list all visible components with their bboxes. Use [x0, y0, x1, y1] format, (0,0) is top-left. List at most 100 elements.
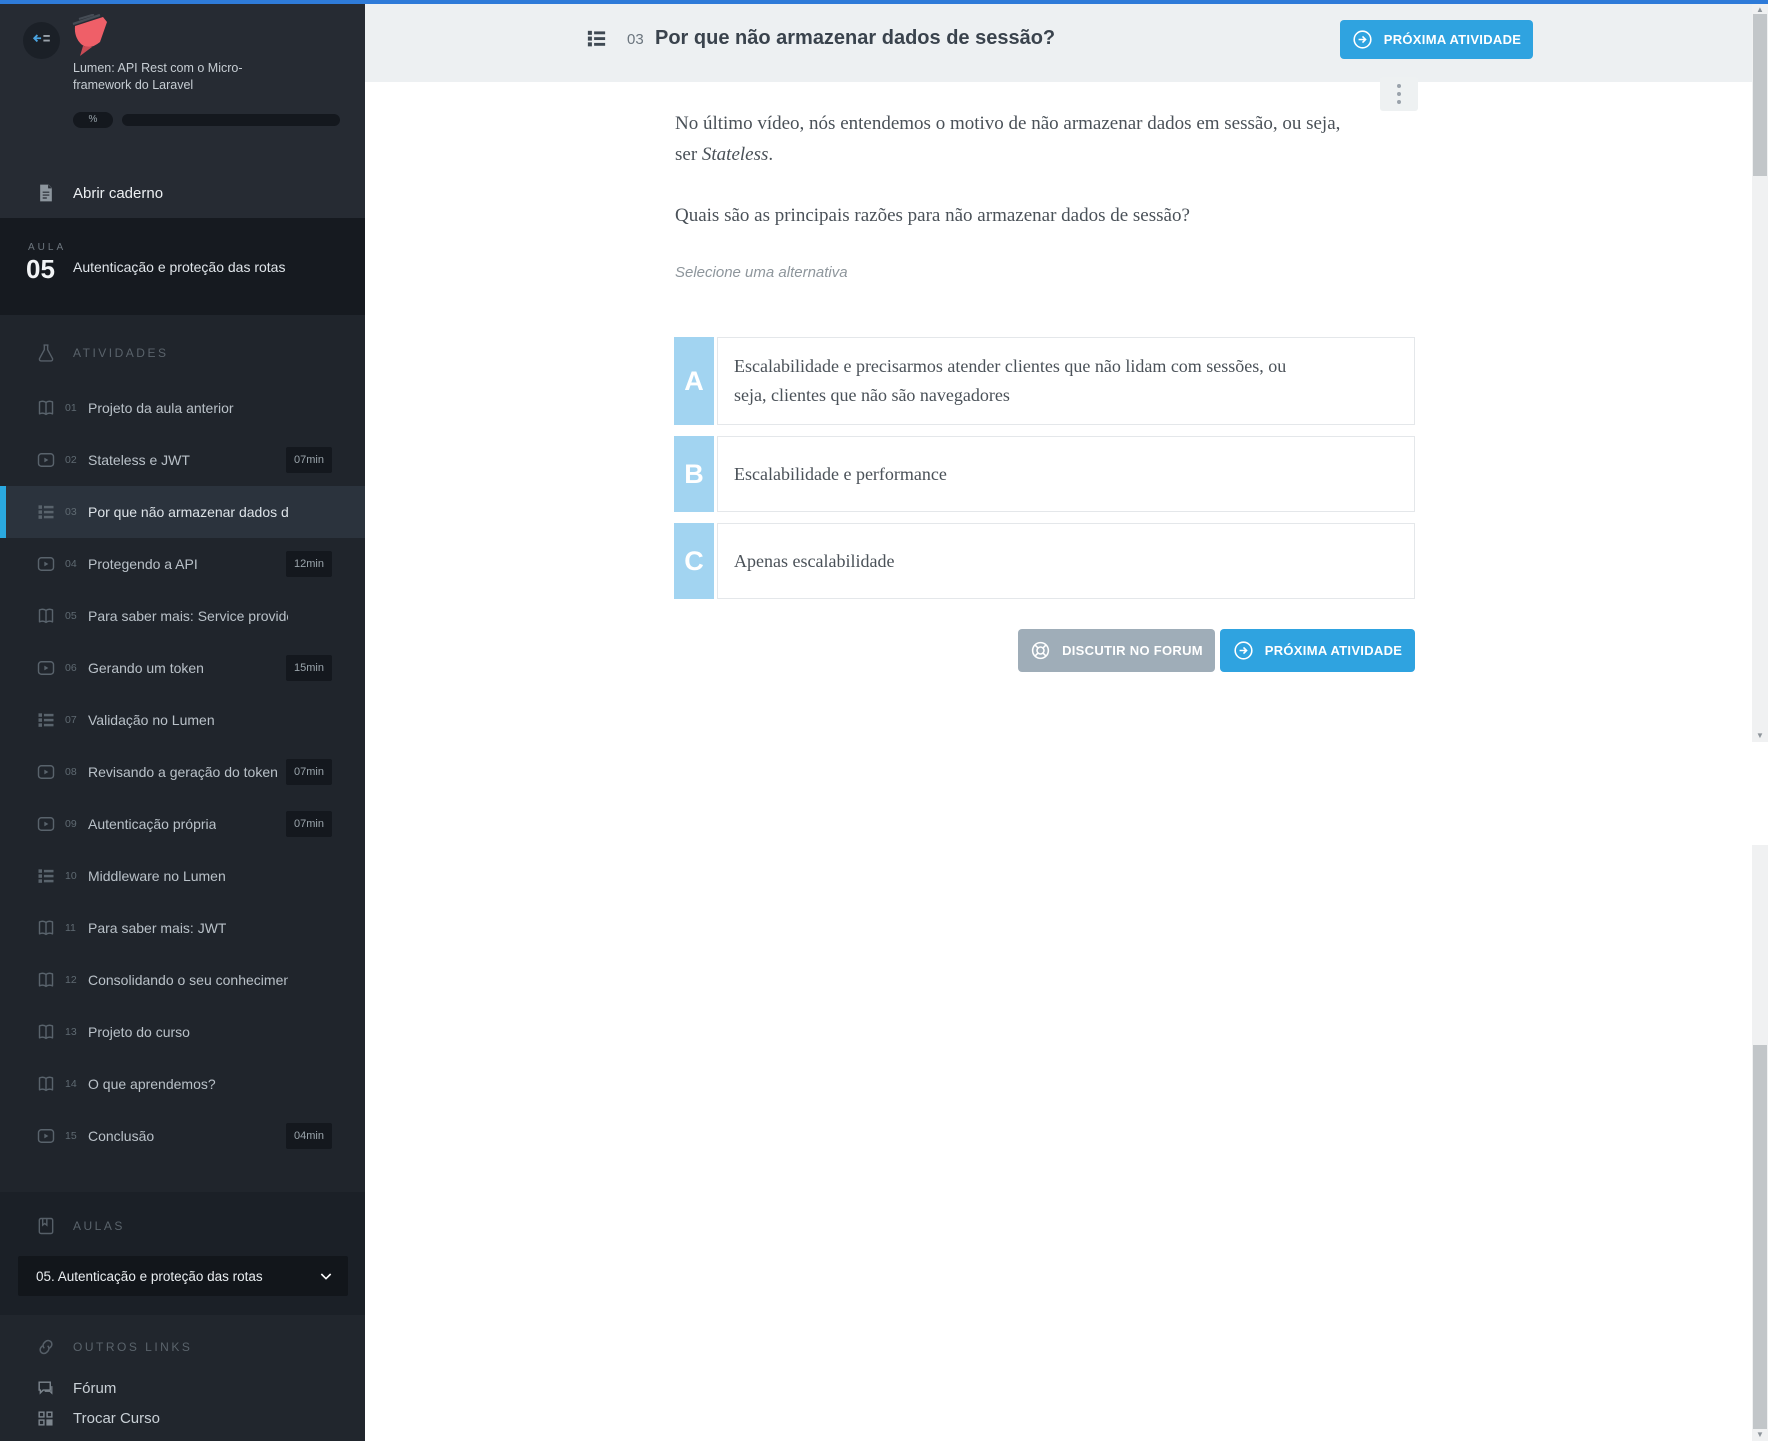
activities-list: 01 Projeto da aula anterior 02 Stateless e …: [0, 382, 365, 1162]
video-icon: [36, 814, 56, 834]
activity-item-10[interactable]: 10 Middleware no Lumen: [0, 850, 365, 902]
video-icon: [36, 1126, 56, 1146]
change-course-link[interactable]: Trocar Curso: [36, 1403, 365, 1433]
activity-item-number: 14: [65, 1078, 77, 1090]
alternative-text: Escalabilidade e performance: [734, 463, 947, 484]
select-alternative-hint: Selecione uma alternativa: [675, 264, 848, 281]
progress-percent-badge: %: [73, 112, 113, 128]
alternative-option-B[interactable]: B Escalabilidade e performance: [674, 436, 1415, 512]
activity-item-title: Protegendo a API: [88, 556, 198, 572]
lesson-select-value: 05. Autenticação e proteção das rotas: [36, 1268, 263, 1284]
activities-header: ATIVIDADES: [36, 343, 365, 363]
course-title: Lumen: API Rest com o Micro-framework do…: [73, 61, 243, 92]
activity-item-01[interactable]: 01 Projeto da aula anterior: [0, 382, 365, 434]
other-links-header-label: OUTROS LINKS: [73, 1340, 193, 1354]
question-actions: DISCUTIR NO FORUM PRÓXIMA ATIVIDADE: [675, 629, 1415, 672]
video-icon: [36, 450, 56, 470]
activity-item-number: 03: [65, 506, 77, 518]
activity-item-title: Stateless e JWT: [88, 452, 190, 468]
next-activity-button-header[interactable]: PRÓXIMA ATIVIDADE: [1340, 20, 1533, 59]
forum-icon: [36, 1379, 55, 1398]
activity-item-title: Projeto do curso: [88, 1024, 190, 1040]
grid-icon: [36, 1409, 55, 1428]
notebook-icon: [36, 183, 56, 203]
alternative-body: Apenas escalabilidade: [717, 523, 1415, 599]
kebab-dot: [1397, 100, 1401, 104]
activity-item-12[interactable]: 12 Consolidando o seu conhecimento: [0, 954, 365, 1006]
activity-item-number: 08: [65, 766, 77, 778]
activity-item-number: 06: [65, 662, 77, 674]
alternative-text: Apenas escalabilidade: [734, 550, 895, 571]
alternative-letter: C: [674, 523, 714, 599]
activity-item-number: 09: [65, 818, 77, 830]
collapse-sidebar-button[interactable]: [23, 22, 60, 59]
activity-item-08[interactable]: 08 Revisando a geração do token 07min: [0, 746, 365, 798]
activity-item-title: Conclusão: [88, 1128, 155, 1144]
alternative-option-C[interactable]: C Apenas escalabilidade: [674, 523, 1415, 599]
activity-item-03[interactable]: 03 Por que não armazenar dados de sess...: [0, 486, 365, 538]
scrollbar-thumb[interactable]: [1753, 1045, 1767, 1429]
book-icon: [36, 1074, 56, 1094]
course-logo-icon: [70, 13, 114, 60]
activity-item-title: Gerando um token: [88, 660, 204, 676]
book-icon: [36, 970, 56, 990]
activity-header: 03 Por que não armazenar dados de sessão…: [365, 4, 1752, 82]
activity-item-number: 04: [65, 558, 77, 570]
activity-item-06[interactable]: 06 Gerando um token 15min: [0, 642, 365, 694]
discuss-forum-label: DISCUTIR NO FORUM: [1062, 643, 1203, 658]
activity-item-09[interactable]: 09 Autenticação própria 07min: [0, 798, 365, 850]
activity-item-05[interactable]: 05 Para saber mais: Service providers: [0, 590, 365, 642]
activity-item-number: 15: [65, 1130, 77, 1142]
activity-item-04[interactable]: 04 Protegendo a API 12min: [0, 538, 365, 590]
aulas-header-label: AULAS: [73, 1219, 125, 1233]
alternatives-list: A Escalabilidade e precisarmos atender cl…: [674, 337, 1415, 610]
forum-link-label: Fórum: [73, 1379, 117, 1397]
activity-item-07[interactable]: 07 Validação no Lumen: [0, 694, 365, 746]
activity-item-02[interactable]: 02 Stateless e JWT 07min: [0, 434, 365, 486]
discuss-forum-button[interactable]: DISCUTIR NO FORUM: [1018, 629, 1215, 672]
next-activity-button-bottom[interactable]: PRÓXIMA ATIVIDADE: [1220, 629, 1415, 672]
book-icon: [36, 1216, 56, 1236]
alternative-option-A[interactable]: A Escalabilidade e precisarmos atender cl…: [674, 337, 1415, 425]
alternative-body: Escalabilidade e performance: [717, 436, 1415, 512]
lesson-select-dropdown[interactable]: 05. Autenticação e proteção das rotas: [18, 1256, 348, 1296]
change-course-link-label: Trocar Curso: [73, 1409, 160, 1427]
kebab-dot: [1397, 92, 1401, 96]
aulas-header: AULAS: [36, 1216, 365, 1236]
activity-item-15[interactable]: 15 Conclusão 04min: [0, 1110, 365, 1162]
video-icon: [36, 762, 56, 782]
flask-icon: [36, 343, 56, 363]
quiz-icon: [36, 710, 56, 730]
next-activity-label: PRÓXIMA ATIVIDADE: [1264, 643, 1403, 658]
scroll-down-arrow[interactable]: ▼: [1752, 730, 1768, 742]
open-notebook-label: Abrir caderno: [73, 184, 164, 202]
question-intro: No último vídeo, nós entendemos o motivo…: [675, 113, 1341, 165]
activity-item-number: 13: [65, 1026, 77, 1038]
open-notebook-button[interactable]: Abrir caderno: [0, 168, 365, 218]
duration-badge: 12min: [286, 551, 332, 577]
activity-item-number: 12: [65, 974, 77, 986]
activity-item-11[interactable]: 11 Para saber mais: JWT: [0, 902, 365, 954]
life-buoy-icon: [1030, 640, 1051, 661]
stateless-term: Stateless: [701, 144, 769, 165]
lesson-number: 05: [26, 254, 55, 284]
forum-link[interactable]: Fórum: [36, 1373, 365, 1403]
page-scrollbar: ▼: [1752, 845, 1768, 1441]
duration-badge: 07min: [286, 759, 332, 785]
duration-badge: 15min: [286, 655, 332, 681]
sidebar-course-section: Lumen: API Rest com o Micro-framework do…: [0, 0, 365, 218]
more-options-button[interactable]: [1380, 77, 1418, 111]
other-links-section: OUTROS LINKS Fórum Trocar Curso: [0, 1315, 365, 1441]
link-chain-icon: [36, 1337, 56, 1357]
activity-item-14[interactable]: 14 O que aprendemos?: [0, 1058, 365, 1110]
scrollbar-thumb[interactable]: [1753, 14, 1767, 176]
chevron-down-icon: [318, 1268, 334, 1284]
alternative-body: Escalabilidade e precisarmos atender cli…: [717, 337, 1415, 425]
scroll-down-arrow[interactable]: ▼: [1752, 1429, 1768, 1441]
activity-item-title: Middleware no Lumen: [88, 868, 226, 884]
content-scrollbar: ▲ ▼: [1752, 4, 1768, 742]
alternative-letter: A: [674, 337, 714, 425]
activity-item-13[interactable]: 13 Projeto do curso: [0, 1006, 365, 1058]
book-icon: [36, 918, 56, 938]
activity-title: Por que não armazenar dados de sessão?: [655, 27, 1056, 49]
